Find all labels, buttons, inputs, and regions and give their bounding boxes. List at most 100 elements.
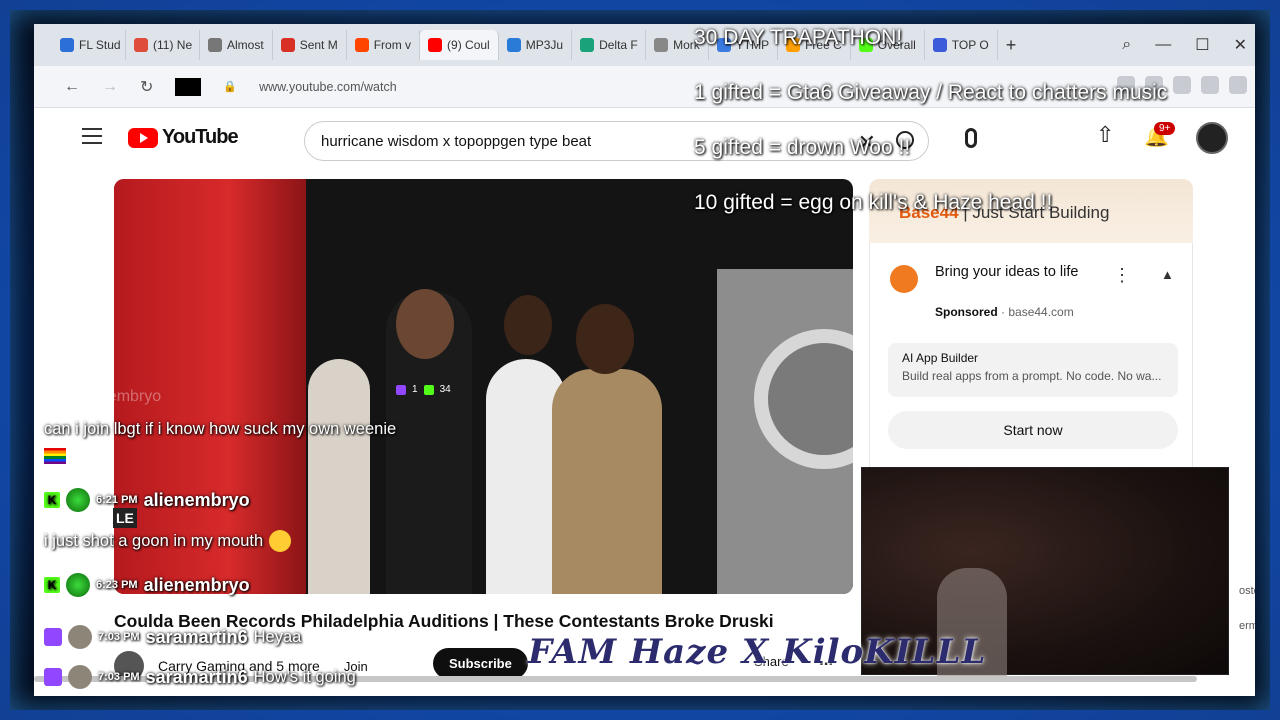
chat-text: How's it going	[253, 667, 356, 686]
user-avatar-icon	[68, 665, 92, 689]
person-figure	[308, 359, 370, 594]
chat-message: K 6:23 PM alienembryo	[44, 573, 250, 597]
forward-button[interactable]: →	[102, 78, 118, 96]
ad-card-title: AI App Builder	[902, 351, 979, 365]
start-now-button[interactable]: Start now	[888, 411, 1178, 449]
browser-tab[interactable]: MP3Ju	[499, 30, 573, 60]
browser-tab[interactable]: (9) Coul	[420, 30, 499, 60]
redacted-box	[175, 77, 202, 96]
tab-bar: FL Stud (11) Ne Almost Sent M From v (9) Coul…	[34, 24, 1255, 66]
chat-user: alienembryo	[143, 574, 250, 595]
tab-label: (11) Ne	[153, 38, 193, 52]
right-edge-snippets: oste erm.	[1239, 574, 1255, 644]
snippet-text: erm.	[1239, 620, 1255, 632]
sponsored-label: Sponsored	[935, 305, 998, 319]
fam-haze-kilokilll-logo: FAM Haze X KiloKILLL	[528, 632, 987, 672]
ad-body: Bring your ideas to life Sponsored · bas…	[869, 243, 1193, 473]
chat-faded-line: alienembryo	[44, 386, 161, 408]
maximize-button[interactable]: ☐	[1195, 35, 1209, 55]
tab-label: FL Stud	[79, 38, 121, 52]
browser-tab[interactable]: Almost	[200, 30, 273, 60]
ad-headline[interactable]: Bring your ideas to life	[935, 261, 1105, 283]
reload-button[interactable]: ↻	[140, 77, 153, 97]
tab-label: Almost	[227, 38, 264, 52]
flushed-emoji-icon	[269, 530, 292, 552]
twitch-badge-icon	[44, 668, 62, 686]
person-figure	[552, 369, 662, 594]
chat-time: 7:03 PM	[98, 631, 140, 643]
chat-faded-user: alienembryo	[74, 388, 162, 405]
close-window-button[interactable]: ✕	[1234, 35, 1247, 55]
kick-viewer-count: 34	[439, 384, 451, 395]
browser-tab[interactable]: (11) Ne	[126, 30, 200, 60]
tab-label: TOP O	[951, 38, 989, 52]
tab-label: Sent M	[299, 38, 338, 52]
youtube-header: YouTube hurricane wisdom x topoppgen typ…	[34, 114, 1255, 164]
chat-emote	[44, 448, 66, 464]
url-text[interactable]: www.youtube.com/watch	[259, 80, 397, 94]
back-button[interactable]: ←	[64, 78, 80, 96]
account-avatar[interactable]	[1196, 122, 1228, 154]
lock-icon[interactable]: 🔒	[223, 80, 237, 93]
youtube-logo[interactable]: YouTube	[128, 126, 239, 149]
le-tag: LE	[113, 508, 137, 528]
subscribe-button[interactable]: Subscribe	[433, 648, 528, 679]
ad-card[interactable]: AI App Builder Build real apps from a pr…	[888, 343, 1178, 397]
menu-icon[interactable]	[82, 128, 102, 144]
browser-tab[interactable]: FL Stud	[52, 30, 126, 60]
more-options-icon[interactable]: ⋮	[1113, 265, 1131, 286]
twitch-viewer-count: 1	[412, 384, 418, 395]
tab-label: From v	[373, 38, 412, 52]
extension-icon[interactable]	[1229, 76, 1247, 94]
ad-domain: base44.com	[1008, 305, 1074, 319]
chat-message: can i join lbgt if i know how suck my ow…	[44, 420, 396, 439]
person-figure	[396, 289, 454, 359]
person-figure	[504, 295, 552, 355]
tab-label: Delta F	[599, 38, 638, 52]
overlay-goal-line: 1 gifted = Gta6 Giveaway / React to chat…	[694, 81, 1168, 104]
extension-icon[interactable]	[1173, 76, 1191, 94]
chat-message: 7:03 PM saramartin6 Heyaa	[44, 625, 301, 649]
tab-favicon-icon	[134, 38, 148, 52]
overlay-goal-line: 10 gifted = egg on kill's & Haze head !!	[694, 191, 1053, 214]
notification-badge: 9+	[1154, 122, 1176, 135]
chat-time: 6:21 PM	[96, 494, 138, 506]
tab-favicon-icon	[932, 38, 947, 52]
tab-favicon-icon	[654, 38, 669, 52]
chat-message: 7:03 PM saramartin6 How's it going	[44, 665, 356, 689]
overlay-goal-title: 30 DAY TRAPATHON!	[694, 26, 903, 49]
tab-search-icon[interactable]: ⌕	[1122, 36, 1131, 54]
sponsored-ad: Base44 | Just Start Building Bring your …	[869, 179, 1193, 473]
collapse-icon[interactable]: ▲	[1161, 267, 1174, 282]
chat-text: i just shot a goon in my mouth	[44, 531, 264, 550]
twitch-icon	[396, 384, 406, 395]
base44-logo-icon	[890, 265, 918, 293]
alien-avatar-icon	[66, 573, 90, 597]
upload-icon[interactable]: ⇧	[1096, 122, 1114, 148]
ad-sponsor-line: Sponsored · base44.com	[935, 305, 1074, 319]
window-controls: ⌕ — ☐ ✕	[1122, 24, 1255, 66]
alien-avatar-icon	[66, 488, 90, 512]
tab-favicon-icon	[580, 38, 595, 52]
browser-tab[interactable]: TOP O	[925, 30, 998, 60]
chat-user: saramartin6	[145, 626, 248, 647]
faded-avatar-icon	[44, 386, 66, 408]
stream-viewer-counts: 1 34	[396, 384, 451, 395]
extension-icon[interactable]	[1201, 76, 1219, 94]
tab-label: (9) Coul	[447, 38, 490, 52]
chat-message: K 6:21 PM alienembryo	[44, 488, 250, 512]
microphone-icon[interactable]	[965, 128, 977, 148]
user-avatar-icon	[68, 625, 92, 649]
tab-favicon-icon	[280, 38, 295, 52]
minimize-button[interactable]: —	[1155, 36, 1171, 54]
chat-user: alienembryo	[143, 489, 250, 510]
chat-time: 7:03 PM	[98, 671, 140, 683]
browser-tab[interactable]: From v	[347, 30, 421, 60]
twitch-badge-icon	[44, 628, 62, 646]
browser-tab[interactable]: Sent M	[273, 30, 347, 60]
pride-flag-icon	[44, 448, 66, 464]
browser-tab[interactable]: Delta F	[572, 30, 647, 60]
search-value: hurricane wisdom x topoppgen type beat	[321, 132, 592, 150]
chat-message: i just shot a goon in my mouth	[44, 530, 292, 552]
new-tab-button[interactable]: +	[998, 35, 1025, 56]
